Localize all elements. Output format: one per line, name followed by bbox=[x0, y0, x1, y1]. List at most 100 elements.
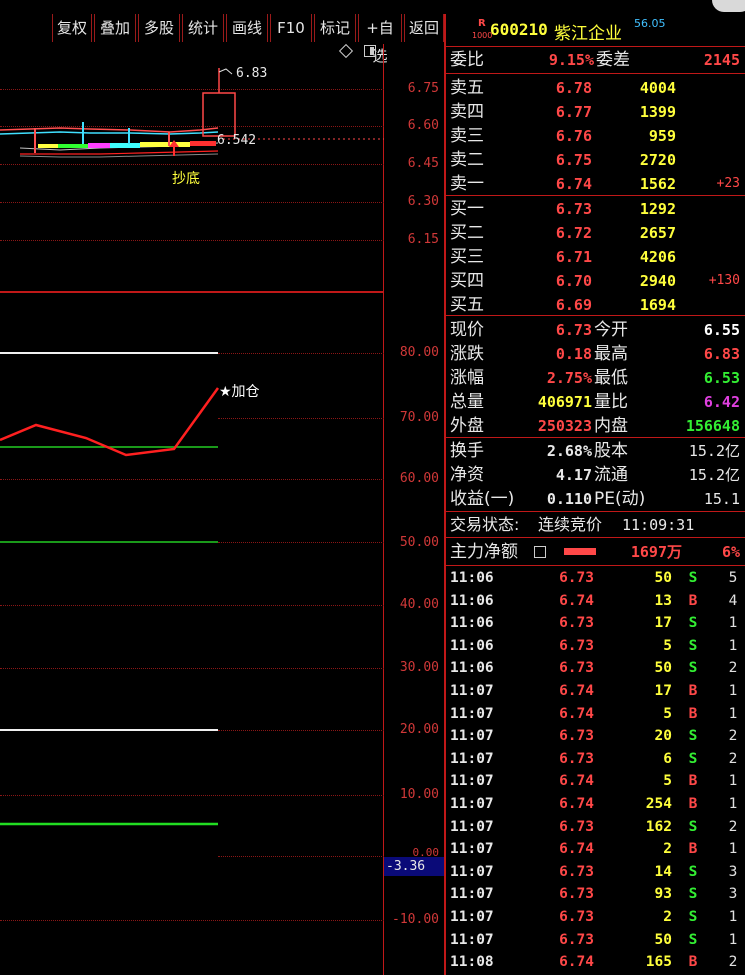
trade-time: 11:06 bbox=[450, 615, 494, 632]
level-label: 买二 bbox=[450, 223, 484, 243]
level-price: 6.70 bbox=[555, 272, 592, 290]
stock-badge-top: R bbox=[478, 18, 486, 29]
indicator-current-value: -3.36 bbox=[384, 857, 444, 876]
trade-count: 1 bbox=[728, 841, 738, 858]
trade-volume: 20 bbox=[654, 728, 672, 745]
stat-label: 最高 bbox=[594, 344, 628, 364]
trade-time: 11:07 bbox=[450, 886, 494, 903]
trade-time: 11:07 bbox=[450, 796, 494, 812]
main-force-bar bbox=[564, 548, 596, 555]
fundamental-label: 流通 bbox=[594, 465, 628, 485]
indicator-y-tick: 20.00 bbox=[399, 722, 439, 737]
trade-price: 6.74 bbox=[559, 592, 594, 609]
signal-band bbox=[88, 143, 110, 148]
bid-level-row[interactable]: 买一 6.73 1292 bbox=[446, 197, 745, 221]
trade-row: 11:08 6.74 165 B 2 bbox=[446, 951, 745, 974]
trade-price: 6.74 bbox=[559, 954, 594, 971]
trade-count: 1 bbox=[728, 615, 738, 632]
level-price: 6.77 bbox=[555, 103, 592, 121]
ask-level-row[interactable]: 卖三 6.76 959 bbox=[446, 124, 745, 148]
trade-time: 11:07 bbox=[450, 818, 494, 835]
trade-row: 11:06 6.73 50 S 5 bbox=[446, 567, 745, 590]
toolbar-button-statistics[interactable]: 统计 bbox=[182, 14, 224, 42]
fundamentals-row: 净资 4.17 流通 15.2亿 bbox=[446, 463, 745, 487]
weibi-label: 委比 bbox=[450, 50, 484, 70]
trade-side: S bbox=[688, 637, 698, 654]
toolbar-top-strip bbox=[0, 0, 745, 14]
stats-row: 总量 406971 量比 6.42 bbox=[446, 390, 745, 414]
stat-value: 6.53 bbox=[703, 369, 740, 387]
stat-value: 6.42 bbox=[703, 393, 740, 411]
ask-level-row[interactable]: 卖四 6.77 1399 bbox=[446, 100, 745, 124]
level-volume: 1694 bbox=[639, 296, 676, 314]
weicha-label: 委差 bbox=[596, 50, 630, 70]
bid-level-row[interactable]: 买四 6.70 2940 +130 bbox=[446, 269, 745, 293]
bid-level-row[interactable]: 买五 6.69 1694 bbox=[446, 293, 745, 317]
ma-line bbox=[0, 127, 219, 133]
trade-price: 6.73 bbox=[559, 570, 594, 586]
ask-level-row[interactable]: 卖一 6.74 1562 +23 bbox=[446, 172, 745, 196]
trade-side: B bbox=[688, 683, 698, 699]
trade-side: S bbox=[688, 615, 698, 632]
toolbar-button-mark[interactable]: 标记 bbox=[314, 14, 356, 42]
window-close-button[interactable] bbox=[712, 0, 745, 12]
high-marker bbox=[218, 68, 233, 75]
level-volume: 2940 bbox=[639, 272, 676, 290]
fundamentals-row: 换手 2.68% 股本 15.2亿 bbox=[446, 439, 745, 463]
ask-level-row[interactable]: 卖五 6.78 4004 bbox=[446, 76, 745, 100]
stock-header[interactable]: R 1000 600210 紫江企业 56.05 bbox=[446, 14, 745, 44]
candle bbox=[168, 132, 170, 146]
stats-row: 现价 6.73 今开 6.55 bbox=[446, 318, 745, 342]
trade-count: 2 bbox=[728, 728, 738, 745]
trade-count: 1 bbox=[728, 705, 738, 722]
signal-band bbox=[140, 142, 190, 147]
trade-row: 11:07 6.73 20 S 2 bbox=[446, 725, 745, 748]
level-label: 卖一 bbox=[450, 174, 484, 194]
stat-label: 涨幅 bbox=[450, 368, 484, 388]
trade-volume: 5 bbox=[663, 637, 672, 654]
trade-count: 2 bbox=[728, 954, 738, 971]
stat-value: 6.55 bbox=[703, 321, 740, 339]
trade-side: S bbox=[688, 863, 698, 880]
bid-level-row[interactable]: 买三 6.71 4206 bbox=[446, 245, 745, 269]
fundamental-label: PE(动) bbox=[594, 489, 646, 509]
fundamental-label: 股本 bbox=[594, 441, 628, 461]
ask-level-row[interactable]: 卖二 6.75 2720 bbox=[446, 148, 745, 172]
fundamental-value: 15.2亿 bbox=[688, 442, 740, 460]
trade-price: 6.73 bbox=[559, 750, 594, 767]
toolbar-button-draw-line[interactable]: 画线 bbox=[226, 14, 268, 42]
trade-volume: 165 bbox=[645, 954, 672, 971]
trade-side: B bbox=[688, 705, 698, 722]
trade-time: 11:07 bbox=[450, 863, 494, 880]
stock-code: 600210 bbox=[490, 20, 548, 39]
separator bbox=[446, 511, 745, 512]
toolbar-button-fuquan[interactable]: 复权 bbox=[52, 14, 92, 42]
trade-price: 6.74 bbox=[559, 683, 594, 699]
trade-row: 11:07 6.73 6 S 2 bbox=[446, 748, 745, 771]
bid-level-row[interactable]: 买二 6.72 2657 bbox=[446, 221, 745, 245]
trade-side: S bbox=[688, 728, 698, 745]
trade-price: 6.74 bbox=[559, 796, 594, 812]
main-force-row[interactable]: 主力净额 1697万 6% bbox=[446, 540, 745, 564]
ma-line bbox=[20, 150, 219, 155]
trade-side: S bbox=[688, 886, 698, 903]
toolbar-button-f10[interactable]: F10 bbox=[270, 14, 312, 42]
toolbar-button-back[interactable]: 返回 bbox=[404, 14, 444, 42]
toolbar-button-add-watchlist[interactable]: +自选 bbox=[358, 14, 402, 65]
trade-price: 6.73 bbox=[559, 637, 594, 654]
level-price: 6.75 bbox=[555, 151, 592, 169]
trade-volume: 17 bbox=[654, 683, 672, 699]
trade-row: 11:07 6.73 14 S 3 bbox=[446, 861, 745, 884]
trade-time: 11:06 bbox=[450, 592, 494, 609]
trade-time: 11:06 bbox=[450, 570, 494, 586]
fundamental-label: 换手 bbox=[450, 441, 484, 461]
indicator-y-tick: 80.00 bbox=[399, 345, 439, 360]
trade-price: 6.73 bbox=[559, 886, 594, 903]
stat-value: 156648 bbox=[685, 417, 740, 435]
trade-volume: 2 bbox=[663, 909, 672, 925]
toolbar-button-multi-stock[interactable]: 多股 bbox=[138, 14, 180, 42]
toolbar-button-overlay[interactable]: 叠加 bbox=[94, 14, 136, 42]
main-force-menu-icon[interactable] bbox=[534, 546, 546, 558]
price-y-tick: 6.30 bbox=[407, 194, 439, 209]
trade-row: 11:07 6.74 5 B 1 bbox=[446, 703, 745, 726]
